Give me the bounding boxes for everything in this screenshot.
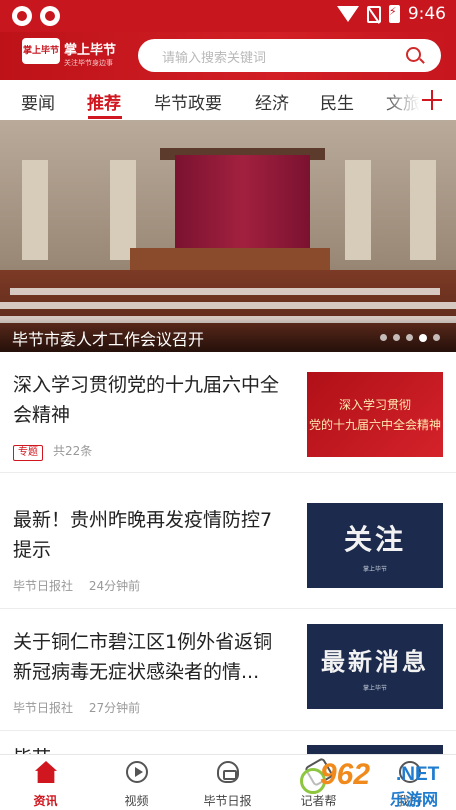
tab-jingji[interactable]: 经济 bbox=[255, 89, 289, 114]
tab-tuijian[interactable]: 推荐 bbox=[87, 89, 121, 114]
add-channel-icon[interactable] bbox=[422, 90, 442, 110]
carousel-dot[interactable] bbox=[433, 334, 440, 341]
nav-item-news[interactable]: 资讯 bbox=[0, 755, 91, 810]
banner-window bbox=[110, 160, 136, 260]
watermark-site: 乐游网 bbox=[390, 790, 439, 809]
tab-bijie-zhengyao[interactable]: 毕节政要 bbox=[154, 89, 222, 114]
channel-tabs: 要闻 推荐 毕节政要 经济 民生 文旅 bbox=[0, 80, 456, 120]
news-meta: 毕节日报社 24分钟前 bbox=[13, 577, 140, 594]
app-header: 掌上毕节 掌上毕节 关注毕节身边事 请输入搜索关键词 bbox=[0, 32, 456, 80]
news-meta: 专题 共22条 bbox=[13, 442, 92, 461]
banner-caption[interactable]: 毕节市委人才工作会议召开 bbox=[12, 326, 204, 350]
thumbnail-subtext: 掌上毕节 bbox=[362, 684, 387, 692]
tab-yaowen[interactable]: 要闻 bbox=[21, 89, 55, 114]
nav-item-video[interactable]: 视频 bbox=[91, 755, 182, 810]
thumbnail-text: 党的十九届六中全会精神 bbox=[308, 417, 441, 432]
watermark-number: 962 bbox=[320, 758, 371, 791]
news-count: 共22条 bbox=[53, 444, 93, 458]
app-slogan: 关注毕节身边事 bbox=[64, 59, 113, 67]
banner-window bbox=[410, 160, 436, 260]
banner-stage bbox=[130, 248, 330, 270]
wifi-icon bbox=[336, 6, 359, 22]
carousel-dot[interactable] bbox=[380, 334, 387, 341]
home-icon bbox=[35, 761, 57, 783]
search-icon[interactable] bbox=[406, 47, 421, 62]
banner-desk-row bbox=[0, 302, 456, 309]
carousel-dot[interactable] bbox=[406, 334, 413, 341]
news-thumbnail[interactable]: 关注 掌上毕节 bbox=[307, 503, 443, 588]
nav-label: 资讯 bbox=[33, 794, 58, 808]
active-tab-indicator bbox=[88, 116, 122, 119]
banner-window bbox=[22, 160, 48, 260]
news-source: 毕节日报社 bbox=[13, 701, 74, 715]
news-meta: 毕节日报社 27分钟前 bbox=[13, 699, 140, 716]
news-title[interactable]: 最新！贵州昨晚再发疫情防控7提示 bbox=[13, 505, 288, 565]
tab-minsheng[interactable]: 民生 bbox=[320, 89, 354, 114]
newspaper-icon bbox=[217, 761, 239, 783]
news-thumbnail[interactable]: 最新消息 掌上毕节 bbox=[307, 624, 443, 709]
news-title[interactable]: 深入学习贯彻党的十九届六中全会精神 bbox=[13, 370, 288, 430]
news-thumbnail[interactable] bbox=[307, 745, 443, 754]
search-input[interactable]: 请输入搜索关键词 bbox=[162, 47, 266, 66]
notification-icon bbox=[40, 6, 60, 26]
play-icon bbox=[126, 761, 148, 783]
news-time: 27分钟前 bbox=[88, 701, 141, 715]
thumbnail-text: 深入学习贯彻 bbox=[338, 397, 411, 412]
carousel-dots bbox=[380, 334, 440, 342]
no-sim-icon bbox=[366, 5, 381, 23]
notification-icon bbox=[12, 6, 32, 26]
battery-charging-icon bbox=[388, 5, 400, 23]
news-time: 24分钟前 bbox=[88, 579, 141, 593]
news-thumbnail[interactable]: 深入学习贯彻 党的十九届六中全会精神 bbox=[307, 372, 443, 457]
news-item[interactable]: 最新！贵州昨晚再发疫情防控7提示 毕节日报社 24分钟前 关注 掌上毕节 bbox=[0, 487, 456, 607]
thumbnail-subtext: 掌上毕节 bbox=[362, 566, 387, 573]
carousel-dot-active[interactable] bbox=[419, 334, 427, 342]
divider bbox=[0, 730, 456, 731]
divider bbox=[0, 472, 456, 473]
news-item[interactable]: 深入学习贯彻党的十九届六中全会精神 专题 共22条 深入学习贯彻 党的十九届六中全… bbox=[0, 352, 456, 472]
thumbnail-text: 关注 bbox=[343, 523, 406, 556]
watermark-suffix: .NET bbox=[396, 764, 440, 785]
banner-carousel[interactable]: 毕节市委人才工作会议召开 bbox=[0, 120, 456, 352]
banner-stage-curtain bbox=[175, 155, 310, 253]
status-time: 9:46 bbox=[407, 4, 446, 24]
app-name: 掌上毕节 bbox=[64, 43, 117, 58]
nav-label: 毕节日报 bbox=[203, 794, 252, 808]
search-bar[interactable]: 请输入搜索关键词 bbox=[138, 39, 441, 72]
app-logo: 掌上毕节 bbox=[22, 38, 60, 64]
news-source: 毕节日报社 bbox=[13, 579, 74, 593]
banner-desk-row bbox=[10, 288, 440, 295]
nav-label: 视频 bbox=[124, 794, 149, 808]
thumbnail-text: 最新消息 bbox=[321, 646, 429, 676]
topic-tag: 专题 bbox=[13, 445, 43, 461]
banner-window bbox=[345, 160, 371, 260]
site-watermark: 962 .NET 乐游网 bbox=[300, 758, 456, 810]
nav-item-daily[interactable]: 毕节日报 bbox=[182, 755, 273, 810]
carousel-dot[interactable] bbox=[393, 334, 400, 341]
news-title[interactable]: 关于铜仁市碧江区1例外省返铜新冠病毒无症状感染者的情... bbox=[13, 627, 288, 687]
status-bar: 9:46 bbox=[0, 0, 456, 32]
tab-fade bbox=[380, 80, 420, 120]
news-item[interactable]: 关于铜仁市碧江区1例外省返铜新冠病毒无症状感染者的情... 毕节日报社 27分钟… bbox=[0, 609, 456, 729]
